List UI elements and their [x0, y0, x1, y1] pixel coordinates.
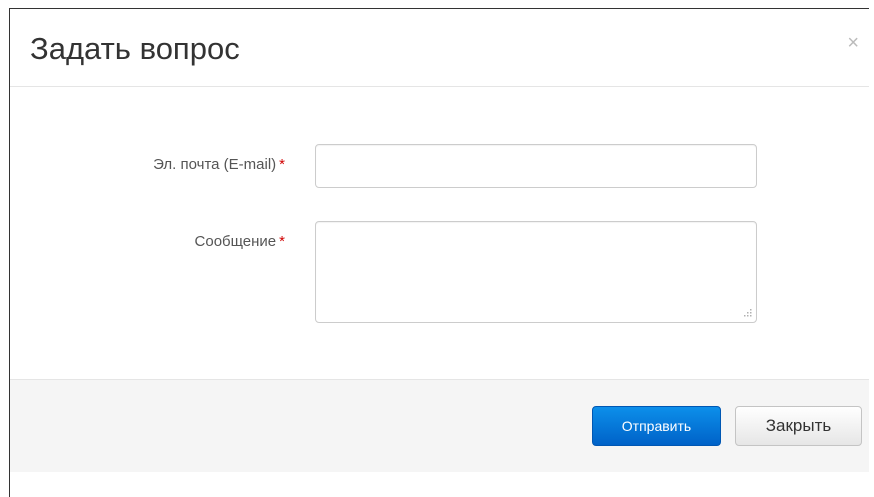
- close-button[interactable]: Закрыть: [735, 406, 862, 446]
- ask-question-modal: Задать вопрос × Эл. почта (E-mail) * Сооб…: [9, 8, 869, 497]
- message-label: Сообщение *: [195, 233, 285, 250]
- email-required-mark: *: [279, 156, 285, 173]
- email-label-text: Эл. почта (E-mail): [153, 156, 277, 173]
- modal-header: Задать вопрос ×: [10, 9, 869, 87]
- modal-title: Задать вопрос: [30, 31, 240, 66]
- email-field[interactable]: [315, 144, 757, 188]
- email-label: Эл. почта (E-mail) *: [153, 156, 285, 173]
- message-label-text: Сообщение: [194, 233, 277, 250]
- message-required-mark: *: [279, 233, 285, 250]
- message-textarea[interactable]: [315, 221, 757, 323]
- submit-button[interactable]: Отправить: [592, 406, 721, 446]
- close-icon[interactable]: ×: [847, 33, 859, 53]
- modal-footer: Отправить Закрыть: [10, 379, 869, 472]
- resize-grip-icon[interactable]: [739, 306, 753, 320]
